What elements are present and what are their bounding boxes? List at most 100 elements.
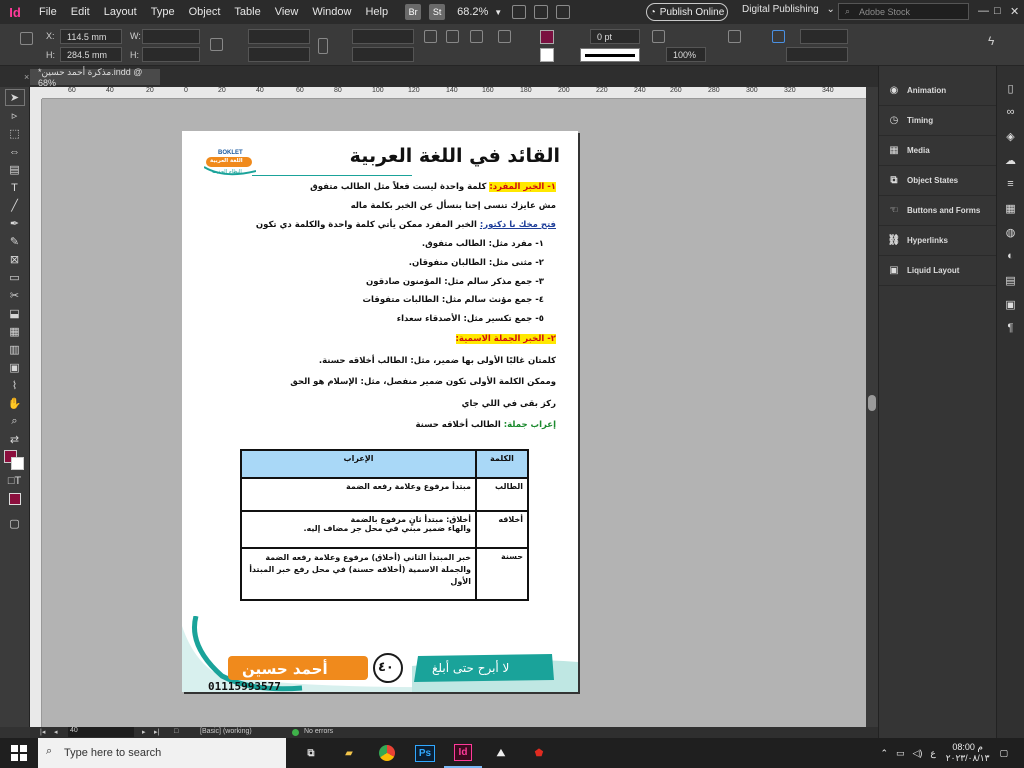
menu-help[interactable]: Help (358, 0, 395, 24)
volume-icon[interactable]: ◁) (913, 748, 923, 759)
previous-page-icon[interactable]: ◂ (54, 728, 58, 736)
publish-online-button[interactable]: ◔ Publish Online (646, 3, 728, 21)
close-icon[interactable]: × (24, 72, 29, 82)
apply-color-icon[interactable] (5, 490, 25, 507)
menu-view[interactable]: View (268, 0, 306, 24)
photos-icon[interactable]: ⛰ (482, 738, 520, 768)
stroke-icon[interactable]: ≡ (1003, 176, 1019, 192)
height-field[interactable] (142, 47, 200, 62)
ruler-origin[interactable] (30, 87, 42, 99)
clock[interactable]: 08:00 م ٢٠٢٣/٠٨/١٣ (946, 742, 990, 764)
arrange-documents-icon[interactable] (556, 5, 571, 19)
frame-fitting-field[interactable] (800, 29, 848, 44)
workspace-switcher[interactable]: Digital Publishing ⌄ (742, 4, 835, 15)
zoom-tool-icon[interactable]: ⌕ (5, 413, 25, 430)
selection-tool-icon[interactable]: ➤ (4, 89, 25, 106)
select-container-icon[interactable] (498, 30, 511, 43)
rectangle-frame-tool-icon[interactable]: ⊠ (5, 251, 25, 268)
panel-buttons-forms[interactable]: ☜ Buttons and Forms (879, 196, 996, 226)
page-number-field[interactable]: 40 (68, 727, 134, 737)
menu-edit[interactable]: Edit (64, 0, 97, 24)
view-options-icon[interactable] (512, 5, 527, 19)
stroke-swatch[interactable] (540, 48, 554, 62)
page-tool-icon[interactable]: ⬚ (5, 125, 25, 142)
scissors-tool-icon[interactable]: ✂ (5, 287, 25, 304)
cc-libraries-icon[interactable]: ☁ (1003, 152, 1019, 168)
pencil-tool-icon[interactable]: ✎ (5, 233, 25, 250)
file-explorer-icon[interactable]: ▰ (330, 738, 368, 768)
rotation-field[interactable] (352, 29, 414, 44)
taskbar-search[interactable]: ⌕ Type here to search (38, 738, 286, 768)
vertical-ruler[interactable] (30, 99, 42, 727)
chevron-down-icon[interactable]: ▼ (494, 8, 502, 17)
object-styles-icon[interactable]: ▣ (1003, 296, 1019, 312)
menu-object[interactable]: Object (182, 0, 228, 24)
fill-stroke-swatches[interactable] (3, 450, 26, 470)
hand-tool-icon[interactable]: ✋ (5, 395, 25, 412)
task-view-icon[interactable]: ⧉ (292, 738, 330, 768)
formatting-affects-container-icon[interactable]: □T (5, 472, 25, 489)
object-style-select[interactable] (786, 47, 848, 62)
menu-type[interactable]: Type (144, 0, 182, 24)
gradient-swatch-tool-icon[interactable]: ▦ (5, 323, 25, 340)
close-icon[interactable]: ✕ (1010, 5, 1019, 18)
pen-tool-icon[interactable]: ✒ (5, 215, 25, 232)
open-page-icon[interactable]: □ (174, 728, 178, 735)
swatches-icon[interactable]: ▦ (1003, 200, 1019, 216)
chrome-icon[interactable] (368, 738, 406, 768)
preflight-errors[interactable]: No errors (304, 728, 333, 735)
adobe-stock-search[interactable]: ⌕ Adobe Stock (838, 3, 969, 20)
panel-object-states[interactable]: ⧉ Object States (879, 166, 996, 196)
screen-mode-icon[interactable] (534, 5, 549, 19)
free-transform-tool-icon[interactable]: ⬓ (5, 305, 25, 322)
panel-collapse-bar[interactable] (879, 66, 996, 76)
links-icon[interactable]: ∞ (1003, 104, 1019, 120)
paragraph-styles-icon[interactable]: ¶ (1003, 320, 1019, 336)
y-field[interactable]: 284.5 mm (60, 47, 122, 62)
bridge-button[interactable]: Br (405, 4, 422, 20)
reference-point-icon[interactable] (20, 32, 33, 45)
menu-file[interactable]: File (32, 0, 64, 24)
layers-icon[interactable]: ◈ (1003, 128, 1019, 144)
menu-layout[interactable]: Layout (97, 0, 144, 24)
preflight-profile[interactable]: [Basic] (working) (200, 728, 252, 735)
flip-icon[interactable] (470, 30, 483, 43)
fill-swatch[interactable] (540, 30, 554, 44)
color-icon[interactable]: ◐ (1003, 248, 1019, 264)
shear-field[interactable] (352, 47, 414, 62)
eyedropper-tool-icon[interactable]: ⌇ (5, 377, 25, 394)
fx-icon[interactable] (652, 30, 665, 43)
pages-icon[interactable]: ▯ (1003, 80, 1019, 96)
swap-fill-stroke-icon[interactable]: ⇄ (5, 431, 25, 448)
type-tool-icon[interactable]: T (5, 179, 25, 196)
screen-mode-icon[interactable]: ▢ (5, 515, 25, 532)
content-collector-icon[interactable]: ▤ (5, 161, 25, 178)
gap-tool-icon[interactable]: ⇔ (5, 143, 25, 160)
menu-window[interactable]: Window (305, 0, 358, 24)
rectangle-tool-icon[interactable]: ▭ (5, 269, 25, 286)
constrain-scale-icon[interactable] (318, 38, 328, 54)
document-page[interactable]: BOKLET اللغة العربية النظام الحديث القائ… (182, 131, 578, 692)
input-language[interactable]: ع (930, 748, 935, 759)
chevron-up-icon[interactable]: ⌃ (880, 748, 888, 759)
panel-animation[interactable]: ◉ Animation (879, 76, 996, 106)
note-tool-icon[interactable]: ▣ (5, 359, 25, 376)
direct-selection-tool-icon[interactable]: ▹ (5, 107, 25, 124)
zoom-level[interactable]: 68.2% (457, 6, 488, 18)
opacity-field[interactable]: 100% (666, 47, 706, 62)
gradient-icon[interactable]: ◍ (1003, 224, 1019, 240)
rotate-cw-icon[interactable] (424, 30, 437, 43)
horizontal-ruler[interactable]: 60 40 20 0 20 40 60 80 100 120 140 160 1… (42, 87, 866, 99)
menu-table[interactable]: Table (227, 0, 267, 24)
document-tab[interactable]: *مذكرة أحمد حسين.indd @ 68% × (24, 67, 160, 88)
minimize-icon[interactable]: — (978, 5, 989, 17)
panel-liquid-layout[interactable]: ▣ Liquid Layout (879, 256, 996, 286)
gradient-feather-tool-icon[interactable]: ▥ (5, 341, 25, 358)
text-wrap-icon[interactable] (728, 30, 741, 43)
next-page-icon[interactable]: ▸ (142, 728, 146, 736)
acrobat-icon[interactable]: ⬟ (520, 738, 558, 768)
network-icon[interactable]: ▭ (896, 748, 905, 759)
scale-x-field[interactable] (248, 29, 310, 44)
first-page-icon[interactable]: |◂ (40, 728, 45, 736)
line-tool-icon[interactable]: ╱ (5, 197, 25, 214)
